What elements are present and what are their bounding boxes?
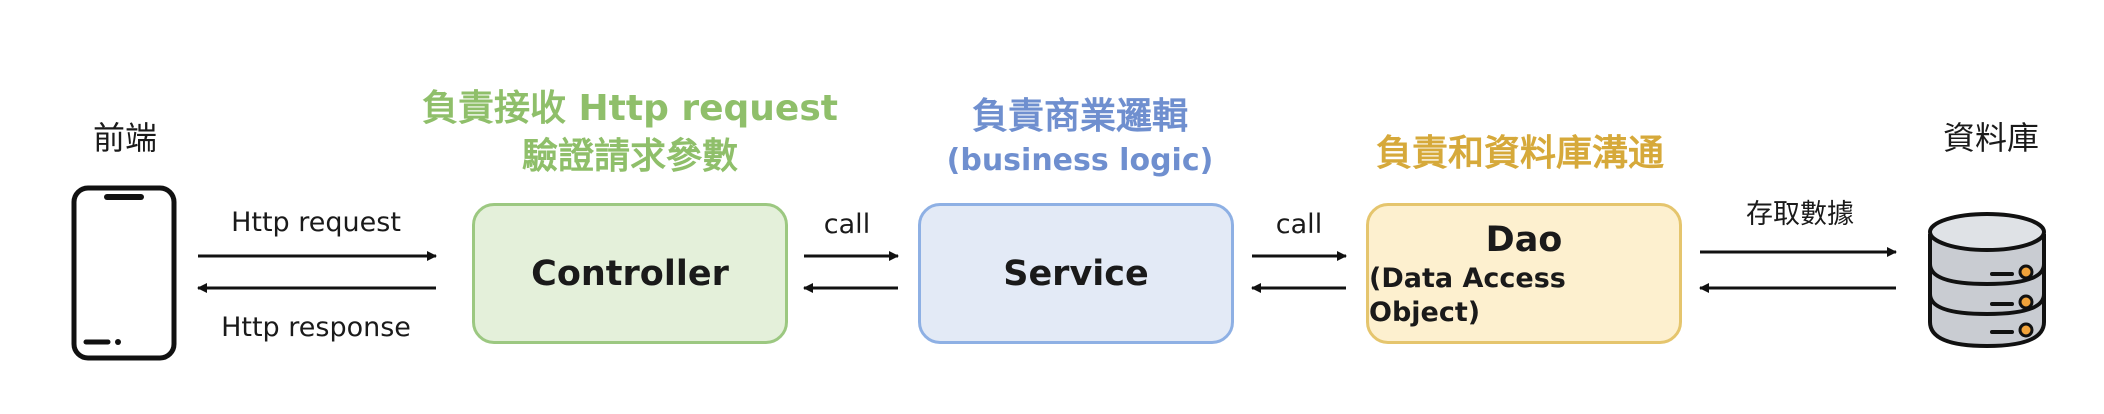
arrows-layer [197,247,1897,293]
